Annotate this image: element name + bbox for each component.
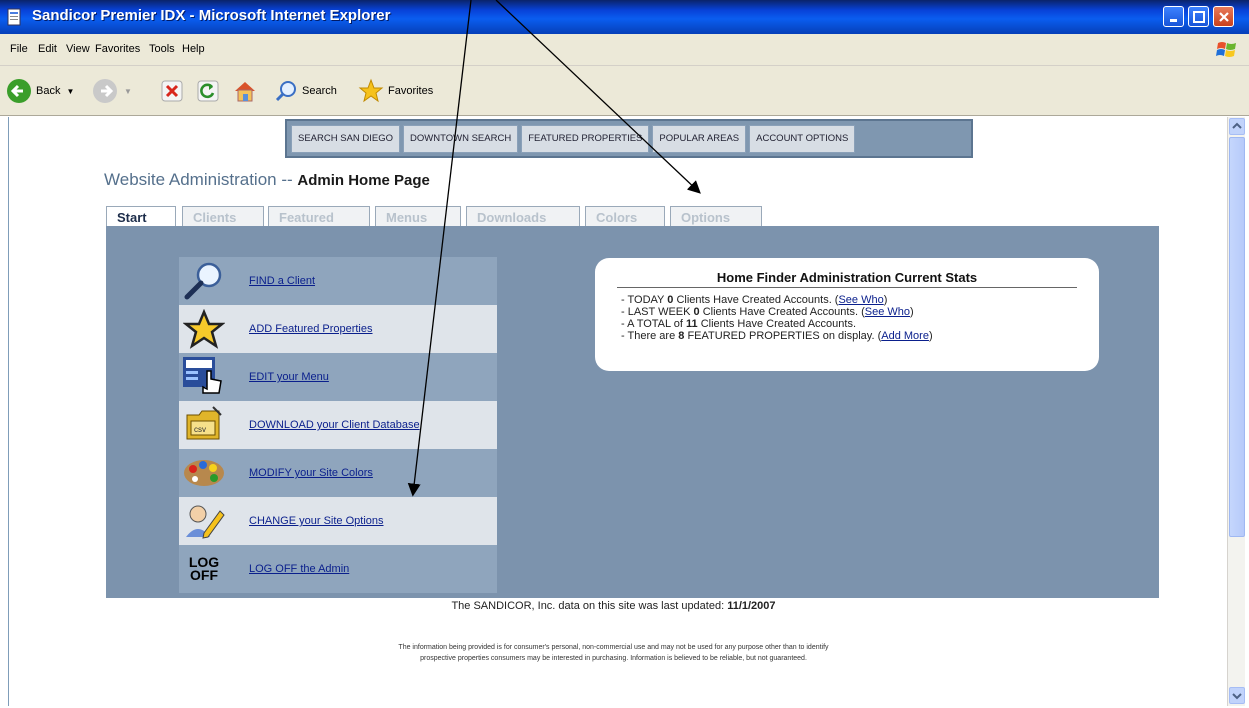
back-button[interactable]: Back ▼	[6, 76, 74, 106]
tab-downloads[interactable]: Downloads	[466, 206, 580, 228]
forward-arrow-icon	[93, 79, 117, 103]
menu-favorites[interactable]: Favorites	[95, 43, 140, 55]
stop-icon	[161, 80, 183, 102]
minimize-button[interactable]	[1163, 6, 1184, 27]
nav-downtown-search[interactable]: DOWNTOWN SEARCH	[403, 124, 519, 153]
add-featured-link[interactable]: ADD Featured Properties	[249, 323, 373, 335]
edit-menu-link[interactable]: EDIT your Menu	[249, 371, 329, 383]
scroll-thumb[interactable]	[1229, 137, 1245, 537]
disclaimer-line-2: prospective properties consumers may be …	[420, 655, 807, 662]
magnifier-icon	[184, 262, 222, 300]
forward-dropdown-icon[interactable]: ▼	[124, 87, 132, 96]
see-who-week-link[interactable]: See Who	[865, 306, 910, 318]
favorites-label: Favorites	[388, 85, 434, 97]
site-options-link[interactable]: CHANGE your Site Options	[249, 515, 384, 527]
menu-view[interactable]: View	[66, 43, 90, 55]
back-dropdown-icon[interactable]: ▼	[66, 87, 74, 96]
star-icon	[183, 309, 225, 349]
ie-page-icon	[7, 8, 21, 26]
menu-edit[interactable]: Edit	[38, 43, 57, 55]
admin-menu-item-site-options[interactable]: CHANGE your Site Options	[179, 497, 497, 545]
chevron-up-icon	[1232, 122, 1242, 129]
tab-clients[interactable]: Clients	[182, 206, 264, 228]
admin-menu-item-download-db[interactable]: csv DOWNLOAD your Client Database	[179, 401, 497, 449]
back-label: Back	[36, 85, 61, 97]
tab-menus[interactable]: Menus	[375, 206, 461, 228]
back-arrow-icon	[7, 79, 31, 103]
scroll-down-button[interactable]	[1229, 687, 1245, 704]
find-client-link[interactable]: FIND a Client	[249, 275, 315, 287]
stats-box: Home Finder Administration Current Stats…	[595, 258, 1099, 371]
stop-button[interactable]	[160, 76, 184, 106]
admin-menu: FIND a Client ADD Featured Properties ED…	[179, 257, 497, 593]
vertical-scrollbar[interactable]	[1227, 117, 1245, 706]
maximize-button[interactable]	[1188, 6, 1209, 27]
log-off-icon-line2: OFF	[190, 567, 218, 583]
admin-menu-item-log-off[interactable]: LOG OFF LOG OFF the Admin	[179, 545, 497, 593]
nav-account-options[interactable]: ACCOUNT OPTIONS	[749, 124, 856, 153]
admin-menu-item-edit-menu[interactable]: EDIT your Menu	[179, 353, 497, 401]
forward-button[interactable]: ▼	[92, 76, 132, 106]
minimize-icon	[1170, 19, 1177, 22]
last-updated-date: 11/1/2007	[727, 600, 776, 612]
menu-tools[interactable]: Tools	[149, 43, 175, 55]
home-icon	[235, 82, 255, 102]
page-title: Website Administration -- Admin Home Pag…	[104, 170, 430, 190]
add-more-link[interactable]: Add More	[881, 330, 929, 342]
site-colors-link[interactable]: MODIFY your Site Colors	[249, 467, 373, 479]
menu-bar: File Edit View Favorites Tools Help	[0, 34, 1249, 66]
user-pencil-icon	[186, 505, 225, 539]
search-label: Search	[302, 85, 337, 97]
nav-featured-properties[interactable]: FEATURED PROPERTIES	[521, 124, 650, 153]
disclaimer: The information being provided is for co…	[0, 642, 1227, 664]
toolbar: Back ▼ ▼ Search Favorites	[0, 66, 1249, 116]
stats-total: - A TOTAL of 11 Clients Have Created Acc…	[621, 318, 857, 330]
tab-options[interactable]: Options	[670, 206, 762, 228]
browser-window: Sandicor Premier IDX - Microsoft Interne…	[0, 0, 1249, 706]
section-title: Website Administration --	[104, 170, 298, 189]
admin-menu-item-site-colors[interactable]: MODIFY your Site Colors	[179, 449, 497, 497]
admin-menu-item-find-client[interactable]: FIND a Client	[179, 257, 497, 305]
stats-today: - TODAY 0 Clients Have Created Accounts.…	[621, 294, 888, 306]
see-who-today-link[interactable]: See Who	[838, 294, 883, 306]
window-title: Sandicor Premier IDX - Microsoft Interne…	[32, 7, 391, 24]
search-button[interactable]: Search	[274, 76, 337, 106]
chevron-down-icon	[1232, 693, 1242, 700]
csv-folder-icon: csv	[186, 406, 222, 440]
refresh-icon	[197, 80, 219, 102]
log-off-icon: LOG OFF	[179, 546, 229, 592]
windows-logo-icon	[1216, 42, 1236, 57]
page-subtitle: Admin Home Page	[297, 172, 430, 189]
favorites-button[interactable]: Favorites	[358, 76, 433, 106]
stats-last-week: - LAST WEEK 0 Clients Have Created Accou…	[621, 306, 914, 318]
site-navigation: SEARCH SAN DIEGO DOWNTOWN SEARCH FEATURE…	[285, 119, 973, 158]
disclaimer-line-1: The information being provided is for co…	[398, 644, 829, 651]
menu-help[interactable]: Help	[182, 43, 205, 55]
tab-start[interactable]: Start	[106, 206, 176, 227]
refresh-button[interactable]	[196, 76, 220, 106]
search-icon	[275, 81, 296, 102]
nav-popular-areas[interactable]: POPULAR AREAS	[652, 124, 747, 153]
stats-featured: - There are 8 FEATURED PROPERTIES on dis…	[621, 330, 933, 342]
menu-hand-icon	[183, 357, 222, 394]
close-icon	[1219, 12, 1229, 22]
title-bar: Sandicor Premier IDX - Microsoft Interne…	[0, 0, 1249, 34]
admin-menu-item-add-featured[interactable]: ADD Featured Properties	[179, 305, 497, 353]
stats-divider	[617, 287, 1077, 288]
last-updated-text: The SANDICOR, Inc. data on this site was…	[451, 600, 776, 612]
download-db-link[interactable]: DOWNLOAD your Client Database	[249, 419, 420, 431]
svg-text:csv: csv	[194, 425, 206, 434]
log-off-link[interactable]: LOG OFF the Admin	[249, 563, 349, 575]
nav-search-san-diego[interactable]: SEARCH SAN DIEGO	[291, 124, 401, 153]
home-button[interactable]	[232, 76, 258, 106]
stats-title: Home Finder Administration Current Stats	[716, 270, 978, 285]
close-button[interactable]	[1213, 6, 1234, 27]
scroll-up-button[interactable]	[1229, 118, 1245, 135]
maximize-icon	[1193, 11, 1205, 23]
paint-palette-icon	[184, 460, 224, 486]
menu-file[interactable]: File	[10, 43, 28, 55]
tab-featured[interactable]: Featured	[268, 206, 370, 228]
tab-colors[interactable]: Colors	[585, 206, 665, 228]
favorites-star-icon	[358, 78, 384, 103]
